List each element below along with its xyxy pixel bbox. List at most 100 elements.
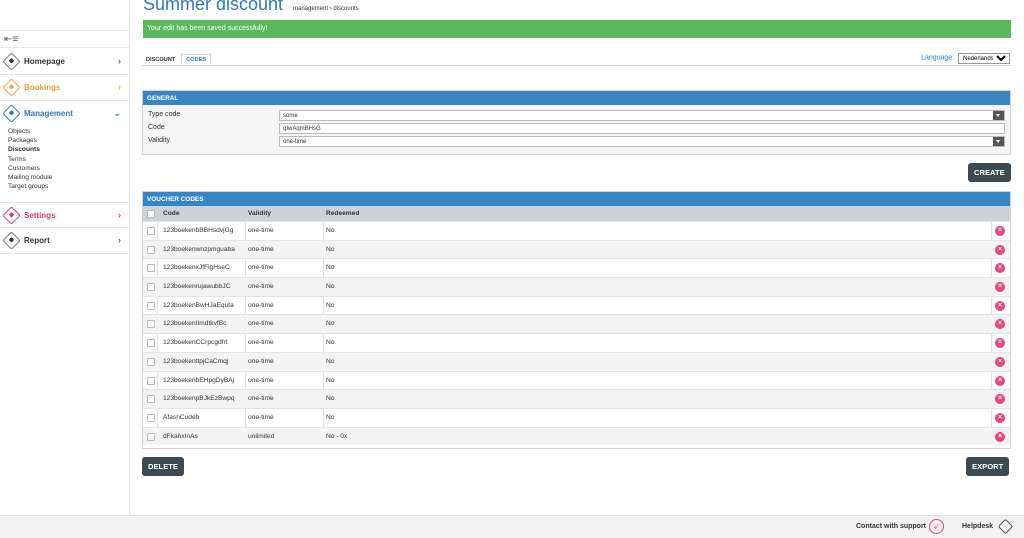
select-all-checkbox[interactable] [147,210,155,218]
delete-row-icon[interactable]: × [995,394,1005,405]
home-icon [2,52,21,71]
submenu-item-mailing-module[interactable]: Mailing module [8,173,118,182]
row-checkbox[interactable] [147,432,155,441]
rocket-icon[interactable]: ➶ [929,519,944,534]
voucher-validity-cell: unlimited [248,432,275,440]
row-checkbox[interactable] [147,301,155,310]
delete-row-icon[interactable]: × [995,356,1005,367]
row-checkbox[interactable] [147,413,155,422]
language-select[interactable]: Nederlands [958,53,1010,64]
delete-row-icon[interactable]: × [995,244,1005,255]
footer: Contact with support ➶ Helpdesk [0,515,1024,538]
row-checkbox[interactable] [147,339,155,348]
submenu-item-discounts[interactable]: Discounts [8,145,118,154]
row-checkbox[interactable] [147,283,155,292]
type-code-select[interactable]: some [279,110,1005,121]
table-row[interactable]: dFkahxInAs unlimited No - 0x × [143,426,1010,446]
tab-divider [142,65,1011,66]
code-label: Code [148,124,165,131]
submenu-item-target-groups[interactable]: Target groups [8,182,118,191]
chevron-right-icon: › [118,235,121,245]
table-row[interactable]: 123boekenxJfFlgHseC one-time No × [143,258,1010,277]
menu-collapse-icon: ⇤≡ [4,34,19,45]
delete-row-icon[interactable]: × [995,375,1005,386]
table-row[interactable]: 123boekenwnzpmguaba one-time No × [143,239,1010,259]
sidebar-item-settings[interactable]: Settings › [0,202,129,228]
table-header: Code Validity Redeemed [143,206,1010,221]
row-checkbox[interactable] [147,395,155,404]
create-button[interactable]: CREATE [968,163,1011,182]
chevron-right-icon: › [118,210,121,220]
row-checkbox[interactable] [147,320,155,329]
voucher-redeemed-cell: No [326,413,335,421]
submenu-item-objects[interactable]: Objects [8,127,118,136]
delete-row-icon[interactable]: × [995,319,1005,330]
table-row[interactable]: 123boekenrujawubbJC one-time No × [143,277,1010,296]
delete-row-icon[interactable]: × [995,226,1005,236]
delete-row-icon[interactable]: × [995,300,1005,311]
voucher-validity-cell: one-time [248,357,274,365]
validity-select[interactable]: one-time [279,136,1005,147]
row-checkbox[interactable] [147,264,155,273]
voucher-validity-cell: one-time [248,245,274,253]
report-icon [2,231,21,250]
language-label: Language: [921,54,955,62]
table-row[interactable]: 123boekenBwHJaEquta one-time No × [143,295,1010,315]
validity-label: Validity [148,137,171,144]
delete-row-icon[interactable]: × [995,412,1005,423]
code-input[interactable]: qIwAqmBHsG [279,123,1005,134]
row-checkbox[interactable] [147,245,155,254]
settings-icon [2,206,21,225]
voucher-redeemed-cell: No [326,245,335,253]
sidebar-item-homepage[interactable]: Homepage › [0,49,129,75]
delete-button[interactable]: DELETE [142,457,184,476]
row-checkbox[interactable] [147,357,155,366]
table-row[interactable]: 123boekenttpjCaCmqj one-time No × [143,351,1010,371]
table-row[interactable]: 123boekenIImdtkvfBc one-time No × [143,314,1010,334]
voucher-validity-cell: one-time [248,395,274,403]
management-submenu: Objects Packages Discounts Terms Custome… [8,127,118,191]
column-header-code[interactable]: Code [163,210,179,217]
chevron-right-icon: › [118,82,121,92]
delete-row-icon[interactable]: × [995,338,1005,349]
row-checkbox[interactable] [147,227,155,235]
table-row[interactable]: 123boekenpBJkEzBwpq one-time No × [143,389,1010,408]
sidebar-collapse-button[interactable]: ⇤≡ [0,30,129,48]
submenu-item-customers[interactable]: Customers [8,164,118,173]
voucher-redeemed-cell: No [326,376,335,384]
submenu-item-terms[interactable]: Terms [8,155,118,164]
sidebar-item-management[interactable]: Management ⌄ [0,101,129,127]
table-row[interactable]: 123boekenbEHpgDyBAj one-time No × [143,370,1010,390]
column-header-validity[interactable]: Validity [248,210,271,217]
submenu-item-packages[interactable]: Packages [8,136,118,145]
sidebar-item-report[interactable]: Report › [0,228,129,254]
delete-row-icon[interactable]: × [995,431,1005,442]
helpdesk-icon[interactable] [997,518,1014,535]
type-code-value: some [283,113,298,119]
type-code-row: Type code some [143,109,1010,122]
code-value: qIwAqmBHsG [283,126,321,132]
export-button[interactable]: EXPORT [966,457,1010,476]
voucher-code-cell: 123boekenIImdtkvfBc [163,320,227,328]
voucher-code-cell: 123boekenttpjCaCmqj [163,357,229,365]
voucher-code-cell: AfasnCudeb [163,413,200,421]
delete-row-icon[interactable]: × [995,263,1005,274]
breadcrumb: management › discounts [293,6,359,12]
voucher-code-cell: 123boekenbBBHsdvjGg [163,227,234,234]
voucher-code-cell: 123boekenwnzpmguaba [163,245,235,253]
table-row[interactable]: 123boekenbBBHsdvjGg one-time No × [143,221,1010,240]
voucher-redeemed-cell: No [326,227,335,234]
language-selector: Language: Nederlands [921,53,1010,64]
tab-codes[interactable]: CODES [181,54,212,65]
column-header-redeemed[interactable]: Redeemed [326,210,359,217]
contact-support-link[interactable]: Contact with support [856,523,926,530]
delete-row-icon[interactable]: × [995,282,1005,293]
voucher-code-cell: 123boekenbEHpgDyBAj [163,376,235,384]
helpdesk-link[interactable]: Helpdesk [962,523,993,530]
table-row[interactable]: AfasnCudeb one-time No × [143,407,1010,427]
voucher-redeemed-cell: No [326,395,335,403]
dropdown-arrow-icon [993,111,1004,120]
table-row[interactable]: 123boekenCCrpcgdfrt one-time No × [143,333,1010,352]
sidebar-item-bookings[interactable]: Bookings › [0,75,129,101]
row-checkbox[interactable] [147,376,155,385]
